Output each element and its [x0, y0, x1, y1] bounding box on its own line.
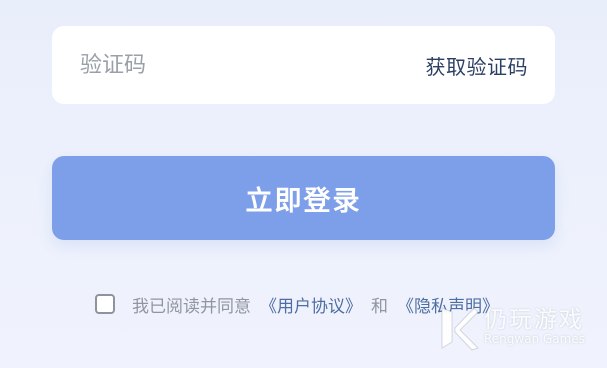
get-code-button[interactable]: 获取验证码	[426, 51, 529, 80]
watermark-subtitle: Rengwan Games	[484, 332, 585, 346]
agreement-prefix-text: 我已阅读并同意	[132, 296, 251, 317]
user-agreement-link[interactable]: 《用户协议》	[260, 292, 362, 317]
watermark-name: 仍玩游戏	[484, 307, 584, 333]
login-button[interactable]: 立即登录	[52, 156, 555, 240]
agreement-checkbox[interactable]	[95, 294, 115, 314]
agreement-and-text: 和	[371, 296, 388, 317]
verification-code-field[interactable]: 获取验证码	[52, 26, 555, 104]
verification-code-input[interactable]	[80, 52, 340, 78]
privacy-statement-link[interactable]: 《隐私声明》	[397, 292, 499, 317]
agreement-row: 我已阅读并同意 《用户协议》 和 《隐私声明》	[95, 291, 499, 317]
